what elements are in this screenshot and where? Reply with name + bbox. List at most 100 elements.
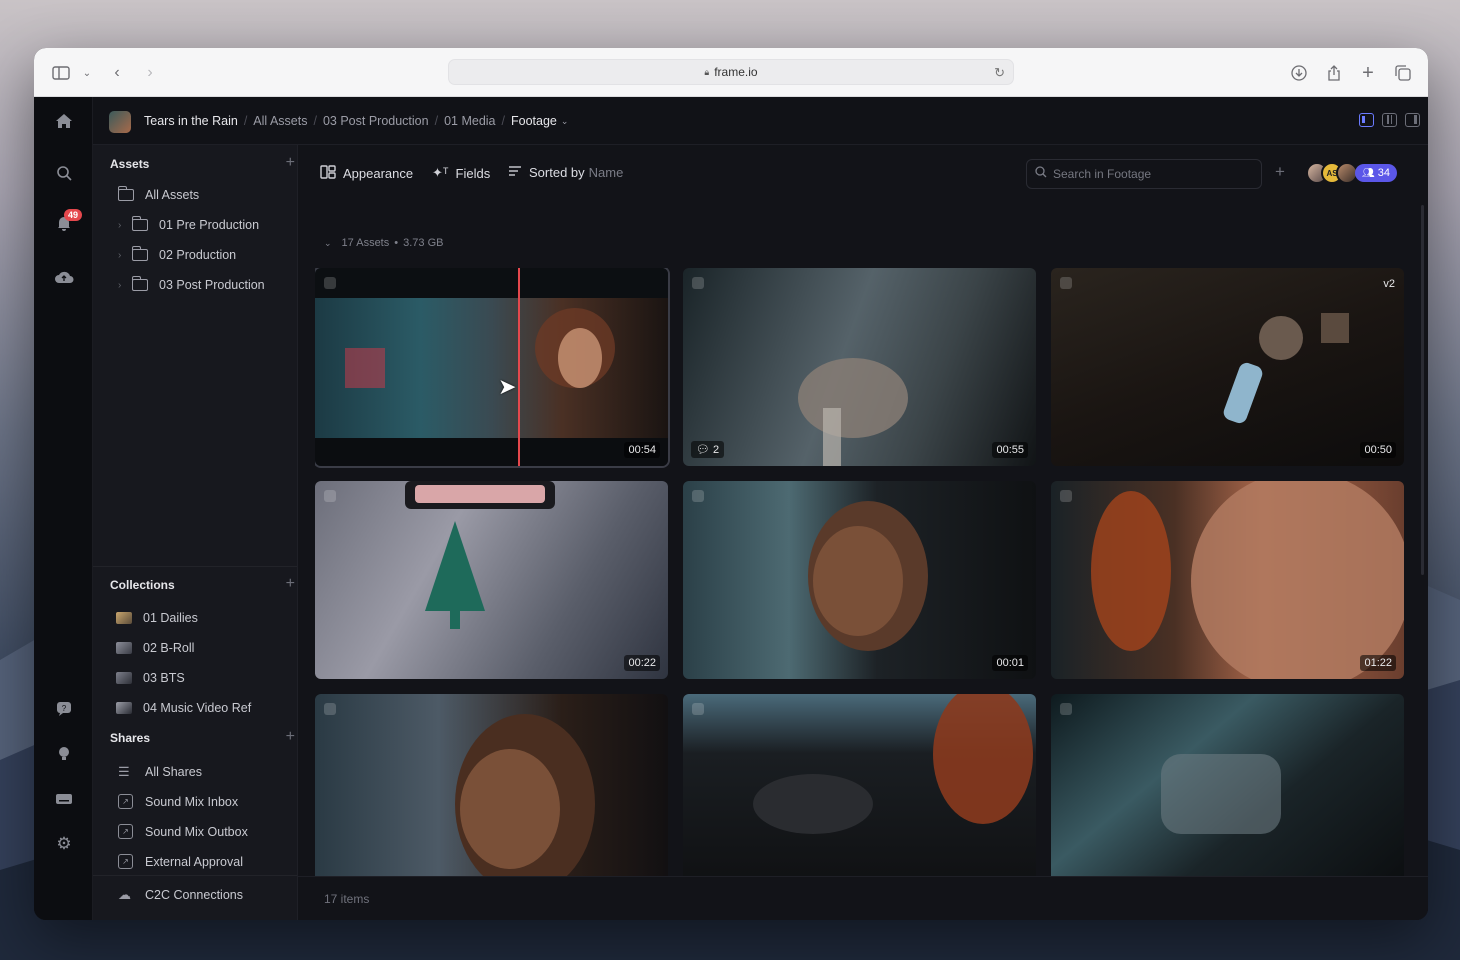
comment-count: 2 xyxy=(713,444,720,456)
appearance-button[interactable]: Appearance xyxy=(320,165,413,182)
chevron-down-icon[interactable]: ⌄ xyxy=(561,116,569,127)
layout-split-icon[interactable] xyxy=(1382,113,1397,127)
search-input[interactable]: Search in Footage xyxy=(1026,159,1262,189)
new-tab-icon[interactable]: + xyxy=(1357,62,1379,84)
add-button[interactable]: + xyxy=(1275,162,1285,182)
asset-browser: Appearance ✦ᵀ Fields Sorted by Name Sear… xyxy=(298,145,1428,920)
select-checkbox[interactable] xyxy=(1060,490,1072,502)
asset-card[interactable]: 01:22 xyxy=(1051,481,1404,679)
share-item-sound-mix-inbox[interactable]: ↗ Sound Mix Inbox xyxy=(118,794,238,809)
asset-card[interactable]: v2 00:50 xyxy=(1051,268,1404,466)
tree-item-pre-production[interactable]: › 01 Pre Production xyxy=(118,216,259,232)
items-count: 17 items xyxy=(324,892,370,906)
nav-rail: 49 ? ⚙︎ R xyxy=(34,97,93,920)
sort-button[interactable]: Sorted by Name xyxy=(508,165,623,180)
layout-left-panel-icon[interactable] xyxy=(1359,113,1374,127)
breadcrumb-footage[interactable]: Footage xyxy=(511,114,557,128)
collection-item-dailies[interactable]: 01 Dailies xyxy=(116,611,198,625)
reload-icon[interactable]: ↻ xyxy=(994,65,1005,81)
add-collection-icon[interactable]: + xyxy=(286,575,295,593)
select-checkbox[interactable] xyxy=(692,277,704,289)
add-share-icon[interactable]: + xyxy=(286,728,295,746)
select-checkbox[interactable] xyxy=(324,490,336,502)
asset-card[interactable]: 00:01 xyxy=(683,481,1036,679)
cloud-upload-icon[interactable] xyxy=(52,265,76,289)
layout-right-panel-icon[interactable] xyxy=(1405,113,1420,127)
collections-section-header: Collections + xyxy=(110,575,295,592)
asset-card[interactable] xyxy=(315,694,668,878)
version-badge[interactable]: v2 xyxy=(1383,278,1395,290)
select-checkbox[interactable] xyxy=(692,490,704,502)
select-checkbox[interactable] xyxy=(324,277,336,289)
forward-icon[interactable]: › xyxy=(139,62,161,84)
c2c-connections-item[interactable]: ☁︎ C2C Connections xyxy=(118,887,243,903)
collection-item-music-video-ref[interactable]: 04 Music Video Ref xyxy=(116,701,251,715)
share-item-sound-mix-outbox[interactable]: ↗ Sound Mix Outbox xyxy=(118,824,248,839)
collection-item-bts[interactable]: 03 BTS xyxy=(116,671,185,685)
comment-icon: 💬︎ xyxy=(696,444,710,456)
search-icon[interactable] xyxy=(52,161,76,185)
home-icon[interactable] xyxy=(52,109,76,133)
collection-thumbnail xyxy=(116,642,132,654)
address-bar[interactable]: 🔒︎ frame.io ↻ xyxy=(448,59,1014,85)
asset-card[interactable]: ➤ 00:54 xyxy=(315,268,670,468)
asset-thumbnail xyxy=(315,268,668,466)
chevron-right-icon[interactable]: › xyxy=(118,250,132,261)
select-checkbox[interactable] xyxy=(1060,277,1072,289)
tree-item-production[interactable]: › 02 Production xyxy=(118,246,237,262)
project-thumbnail[interactable] xyxy=(109,111,131,133)
asset-card[interactable] xyxy=(683,694,1036,878)
collaborator-avatars[interactable]: AS 👥︎ 34 xyxy=(1306,162,1397,184)
back-icon[interactable]: ‹ xyxy=(106,62,128,84)
chevron-down-icon[interactable]: ⌄ xyxy=(76,62,98,84)
download-icon[interactable] xyxy=(1288,62,1310,84)
asset-thumbnail xyxy=(1161,754,1281,834)
sidebar-toggle-icon[interactable] xyxy=(50,62,72,84)
help-icon[interactable]: ? xyxy=(52,697,76,721)
comment-count-badge[interactable]: 💬︎ 2 xyxy=(691,441,725,458)
frameio-app: 49 ? ⚙︎ R Tears in the Rain / All Assets xyxy=(34,97,1428,920)
share-label: Sound Mix Outbox xyxy=(145,824,248,839)
share-item-all-shares[interactable]: ☰ All Shares xyxy=(118,764,202,780)
member-count-badge[interactable]: 👥︎ 34 xyxy=(1355,164,1397,182)
chevron-down-icon[interactable]: ⌄ xyxy=(324,238,332,249)
tree-item-label: 02 Production xyxy=(159,248,237,262)
chevron-right-icon[interactable]: › xyxy=(118,280,132,291)
collection-item-b-roll[interactable]: 02 B-Roll xyxy=(116,641,194,655)
scrollbar[interactable] xyxy=(1421,205,1424,575)
share-icon[interactable] xyxy=(1323,62,1345,84)
asset-card[interactable]: 00:22 xyxy=(315,481,668,679)
select-checkbox[interactable] xyxy=(692,703,704,715)
asset-thumbnail xyxy=(1091,481,1404,679)
tabs-overview-icon[interactable] xyxy=(1392,62,1414,84)
browser-toolbar: ⌄ ‹ › 🔒︎ frame.io ↻ + xyxy=(34,48,1428,97)
duration-badge: 01:22 xyxy=(1360,655,1396,671)
folder-icon xyxy=(131,276,148,291)
breadcrumb-all-assets[interactable]: All Assets xyxy=(253,114,307,128)
status-footer: 17 items xyxy=(298,876,1428,920)
svg-text:?: ? xyxy=(62,704,67,713)
breadcrumb-media[interactable]: 01 Media xyxy=(444,114,495,128)
chevron-right-icon[interactable]: › xyxy=(118,220,132,231)
scrub-playhead[interactable] xyxy=(518,268,520,466)
project-topbar: Tears in the Rain / All Assets / 03 Post… xyxy=(93,97,1428,145)
share-label: Sound Mix Inbox xyxy=(145,794,239,809)
breadcrumb-project[interactable]: Tears in the Rain xyxy=(144,114,238,128)
share-item-external-approval[interactable]: ↗ External Approval xyxy=(118,854,243,869)
asset-group-header[interactable]: ⌄ 17 Assets • 3.73 GB xyxy=(324,237,443,249)
add-asset-icon[interactable]: + xyxy=(286,154,295,172)
lightbulb-icon[interactable] xyxy=(52,742,76,766)
keyboard-icon[interactable] xyxy=(52,787,76,811)
tree-item-all-assets[interactable]: All Assets xyxy=(117,186,199,202)
select-checkbox[interactable] xyxy=(1060,703,1072,715)
breadcrumb: Tears in the Rain / All Assets / 03 Post… xyxy=(144,114,569,128)
asset-card[interactable] xyxy=(1051,694,1404,878)
tree-item-post-production[interactable]: › 03 Post Production xyxy=(118,276,265,292)
breadcrumb-post-production[interactable]: 03 Post Production xyxy=(323,114,429,128)
asset-card[interactable]: 💬︎ 2 00:55 xyxy=(683,268,1036,466)
gear-icon[interactable]: ⚙︎ xyxy=(52,832,76,856)
select-checkbox[interactable] xyxy=(324,703,336,715)
collection-label: 02 B-Roll xyxy=(143,641,195,655)
fields-button[interactable]: ✦ᵀ Fields xyxy=(432,165,490,181)
project-sidebar: Assets + All Assets › 01 Pre Production … xyxy=(93,145,298,920)
